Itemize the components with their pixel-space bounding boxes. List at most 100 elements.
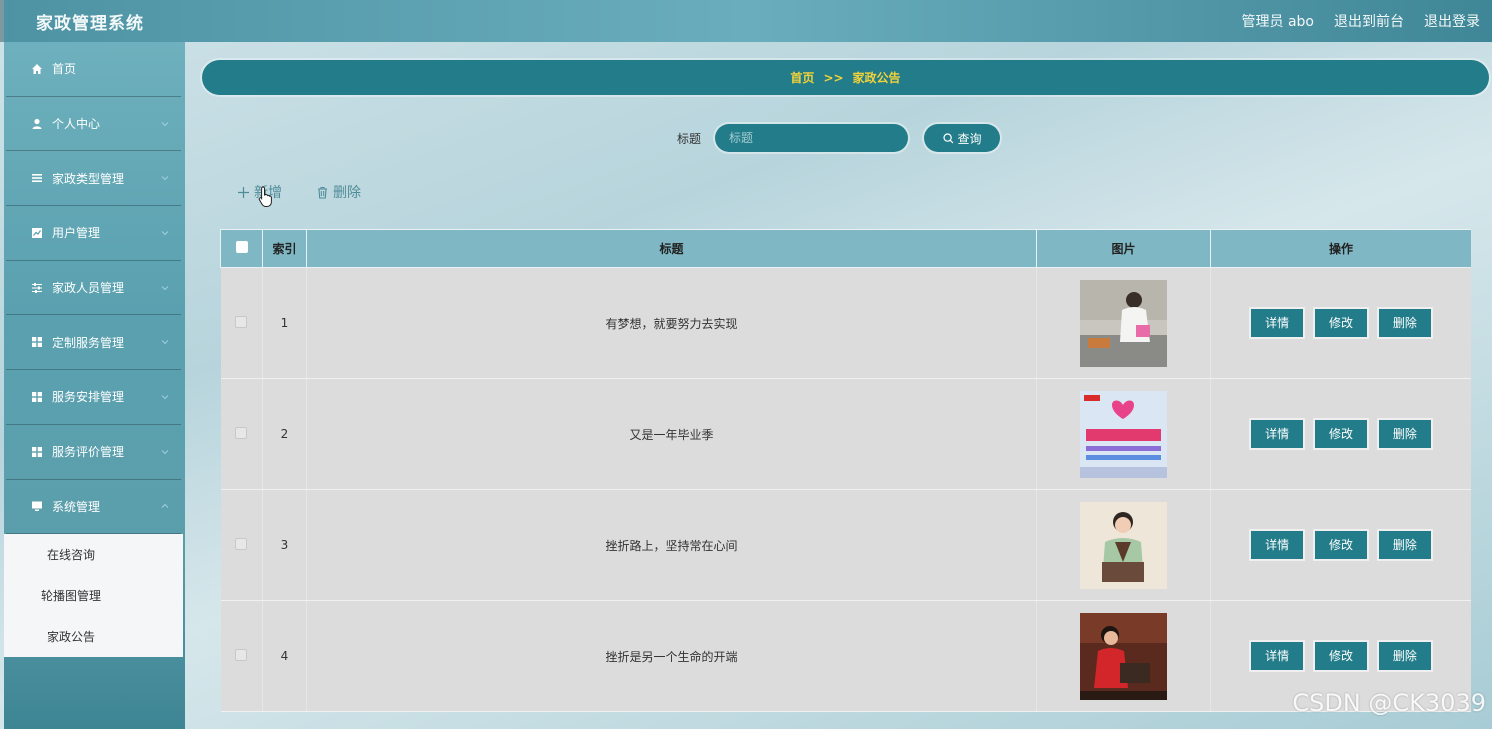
monitor-icon [30,500,43,513]
select-all-checkbox[interactable] [235,241,248,253]
detail-button[interactable]: 详情 [1251,531,1304,559]
table-row: 1 有梦想，就要努力去实现 详情 修改 删除 [220,267,1471,379]
detail-button[interactable]: 详情 [1251,309,1304,337]
grid-icon [30,336,43,349]
chevron-down-icon [161,231,169,236]
notice-table: 索引 标题 图片 操作 1 有梦想，就要努力去实现 详情 修改 删除 2 又是一… [220,229,1471,729]
breadcrumb-home[interactable]: 首页 [790,69,814,86]
user-icon [30,117,43,130]
chevron-down-icon [161,121,169,126]
breadcrumb-current: 家政公告 [852,71,901,85]
sidebar-item-user-management[interactable]: 用户管理 [6,206,181,261]
header-title: 标题 [306,229,1037,268]
search-label: 标题 [677,131,702,146]
search-button[interactable]: 查询 [924,124,1001,152]
watermark: CSDN @CK3039 [1292,689,1486,717]
header-links: 管理员 abo 退出到前台 退出登录 [1242,11,1480,31]
detail-button[interactable]: 详情 [1251,420,1304,448]
sidebar-item-system-management[interactable]: 系统管理 [6,480,181,535]
row-checkbox[interactable] [235,315,248,328]
logout-link[interactable]: 退出登录 [1424,11,1480,31]
sidebar-item-service-review[interactable]: 服务评价管理 [6,425,181,480]
header-index: 索引 [262,229,307,268]
back-to-front-link[interactable]: 退出到前台 [1334,11,1404,31]
chevron-down-icon [161,285,169,290]
sidebar-item-service-schedule[interactable]: 服务安排管理 [6,370,181,425]
table-row: 3 挫折路上，坚持常在心间 详情 修改 删除 [220,489,1471,601]
sidebar-item-label: 定制服务管理 [52,335,125,350]
header-image: 图片 [1036,229,1211,268]
sidebar-item-label: 首页 [52,62,77,77]
row-title: 有梦想，就要努力去实现 [306,267,1037,379]
sidebar-item-label: 个人中心 [52,117,101,132]
select-all-cell [220,229,263,268]
search-icon [942,132,953,143]
row-checkbox[interactable] [235,648,248,661]
row-index: 1 [262,267,307,379]
breadcrumb: 首页 >> 家政公告 [202,60,1489,95]
mouse-cursor-icon [258,186,272,207]
sidebar-item-label: 家政人员管理 [52,281,125,296]
row-index: 2 [262,378,307,490]
table-row: 2 又是一年毕业季 详情 修改 删除 [220,378,1471,490]
row-image [1080,390,1167,478]
chevron-down-icon [161,395,169,400]
list-icon [30,172,43,185]
sidebar-item-label: 用户管理 [52,226,101,241]
row-index: 4 [262,600,307,712]
edit-button[interactable]: 修改 [1315,420,1367,448]
row-index: 3 [262,489,307,601]
sliders-icon [30,281,43,294]
row-checkbox[interactable] [235,537,248,550]
trash-icon [318,186,327,199]
current-user-label: 管理员 abo [1241,14,1314,30]
home-icon [30,62,43,75]
edit-button[interactable]: 修改 [1315,642,1367,670]
batch-delete-label: 删除 [333,185,361,201]
row-checkbox[interactable] [235,426,248,439]
delete-button[interactable]: 删除 [1378,309,1431,337]
header-ops: 操作 [1210,229,1471,268]
submenu-item-carousel[interactable]: 轮播图管理 [4,575,183,616]
sidebar-item-label: 服务评价管理 [52,445,125,460]
sidebar-item-staff-management[interactable]: 家政人员管理 [6,261,181,316]
delete-button[interactable]: 删除 [1378,420,1431,448]
chart-icon [30,226,43,239]
sidebar-item-label: 系统管理 [52,499,101,514]
search-input[interactable] [715,124,909,152]
chevron-down-icon [161,340,169,345]
batch-delete-button[interactable]: 删除 [316,182,361,202]
search-button-label: 查询 [957,131,982,146]
row-title: 挫折是另一个生命的开端 [306,600,1037,712]
chevron-down-icon [161,449,169,454]
chevron-up-icon [161,504,169,509]
sidebar-item-home[interactable]: 首页 [6,42,181,97]
plus-icon [238,186,249,198]
app-title: 家政管理系统 [36,13,144,34]
sidebar-item-label: 家政类型管理 [52,171,125,186]
row-title: 又是一年毕业季 [306,378,1037,490]
action-bar: 新增 删除 [237,182,361,202]
row-title: 挫折路上，坚持常在心间 [306,489,1037,601]
system-submenu: 在线咨询 轮播图管理 家政公告 [4,534,183,658]
sidebar-item-custom-service[interactable]: 定制服务管理 [6,315,181,371]
edit-button[interactable]: 修改 [1315,531,1367,559]
breadcrumb-separator: >> [823,70,844,85]
edit-button[interactable]: 修改 [1315,309,1367,337]
sidebar: 首页 个人中心 家政类型管理 用户管理 家政人员管理 定制服务管理 服务安排管理… [4,42,185,729]
row-image [1080,279,1167,367]
grid-icon [30,390,43,403]
top-header: 家政管理系统 管理员 abo 退出到前台 退出登录 [0,0,1492,42]
detail-button[interactable]: 详情 [1251,642,1304,670]
chevron-down-icon [161,176,169,181]
submenu-item-notice[interactable]: 家政公告 [4,616,183,657]
delete-button[interactable]: 删除 [1378,531,1431,559]
submenu-item-online-consult[interactable]: 在线咨询 [4,534,183,575]
table-row: 4 挫折是另一个生命的开端 详情 修改 删除 [220,600,1471,712]
sidebar-item-personal-center[interactable]: 个人中心 [6,97,181,152]
sidebar-item-service-type[interactable]: 家政类型管理 [6,151,181,207]
sidebar-item-label: 服务安排管理 [52,390,125,405]
row-image [1080,612,1167,700]
grid-icon [30,445,43,458]
delete-button[interactable]: 删除 [1378,642,1431,670]
